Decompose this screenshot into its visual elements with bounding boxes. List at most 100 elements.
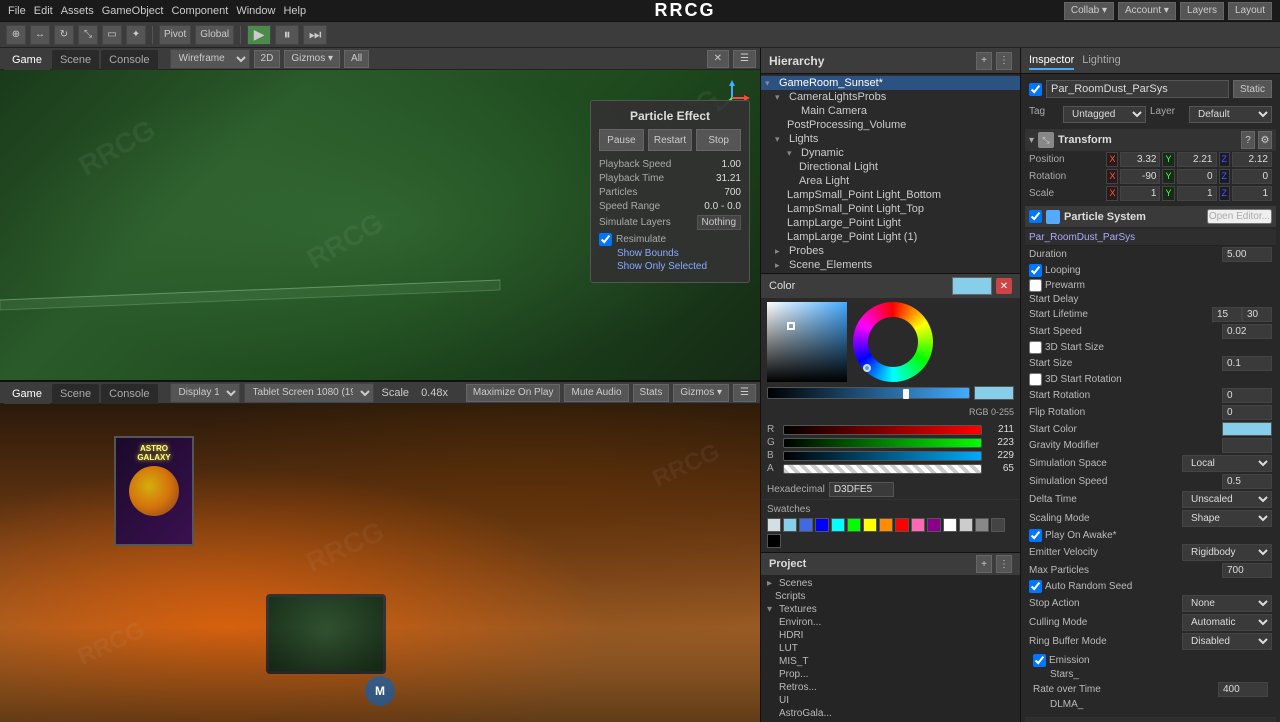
menu-edit[interactable]: Edit <box>34 5 53 17</box>
swatch-3[interactable] <box>815 518 829 532</box>
swatch-6[interactable] <box>863 518 877 532</box>
particle-pause-btn[interactable]: Pause <box>599 129 644 151</box>
inspector-tab-inspector[interactable]: Inspector <box>1029 52 1074 70</box>
multi-tool-btn[interactable]: ✦ <box>126 25 146 45</box>
ps-sim-speed-input[interactable] <box>1222 474 1272 489</box>
tree-item-camera-lights[interactable]: ▾ CameraLightsProbs <box>761 90 1020 104</box>
object-name-input[interactable] <box>1046 80 1229 98</box>
proj-mis[interactable]: MIS_T <box>761 655 1020 668</box>
pivot-button[interactable]: Pivot <box>159 25 191 45</box>
particle-stop-btn[interactable]: Stop <box>696 129 741 151</box>
tree-item-area-light[interactable]: Area Light <box>761 174 1020 188</box>
layers-button[interactable]: Layers <box>1180 2 1224 20</box>
play-button[interactable]: ▶ <box>247 25 271 45</box>
g-slider[interactable] <box>783 438 982 448</box>
mute-btn[interactable]: Mute Audio <box>564 384 628 402</box>
menu-gameobject[interactable]: GameObject <box>102 5 164 17</box>
layout-button[interactable]: Layout <box>1228 2 1272 20</box>
particle-system-header[interactable]: Particle System Open Editor... <box>1025 206 1276 227</box>
tab-console-bottom[interactable]: Console <box>101 384 157 404</box>
tree-item-lamp-small-bottom[interactable]: LampSmall_Point Light_Bottom <box>761 188 1020 202</box>
ps-start-rotation-input[interactable] <box>1222 388 1272 403</box>
tree-item-gameroom[interactable]: ▾ GameRoom_Sunset* <box>761 76 1020 90</box>
ps-start-speed-input[interactable] <box>1222 324 1272 339</box>
particle-selected-label[interactable]: Show Only Selected <box>617 261 707 272</box>
ps-gravity-input[interactable] <box>1222 438 1272 453</box>
proj-ui[interactable]: UI <box>761 694 1020 707</box>
swatch-10[interactable] <box>927 518 941 532</box>
proj-scripts[interactable]: Scripts <box>761 590 1020 603</box>
tree-item-scene-elements[interactable]: ▸ Scene_Elements <box>761 258 1020 272</box>
rot-x-val[interactable]: -90 <box>1120 169 1160 184</box>
project-menu-btn[interactable]: ⋮ <box>996 555 1012 573</box>
swatch-11[interactable] <box>943 518 957 532</box>
tab-scene-bottom[interactable]: Scene <box>52 384 99 404</box>
swatch-4[interactable] <box>831 518 845 532</box>
ps-delta-time-dropdown[interactable]: Unscaled <box>1182 491 1272 508</box>
r-slider[interactable] <box>783 425 982 435</box>
ps-rate-input[interactable] <box>1218 682 1268 697</box>
swatch-2[interactable] <box>799 518 813 532</box>
ps-sim-space-dropdown[interactable]: Local <box>1182 455 1272 472</box>
inspector-tab-lighting[interactable]: Lighting <box>1082 52 1121 70</box>
rot-y-val[interactable]: 0 <box>1177 169 1217 184</box>
project-add-btn[interactable]: + <box>976 555 992 573</box>
tab-console[interactable]: Console <box>101 50 157 70</box>
proj-scenes[interactable]: ▸ Scenes <box>761 577 1020 590</box>
swatch-8[interactable] <box>895 518 909 532</box>
swatch-0[interactable] <box>767 518 781 532</box>
swatch-9[interactable] <box>911 518 925 532</box>
tab-game[interactable]: Game <box>4 50 50 70</box>
ps-culling-dropdown[interactable]: Automatic <box>1182 614 1272 631</box>
particle-restart-btn[interactable]: Restart <box>648 129 693 151</box>
display-dropdown[interactable]: Display 1 <box>170 383 240 403</box>
swatch-14[interactable] <box>991 518 1005 532</box>
tree-item-main-camera[interactable]: Main Camera <box>761 104 1020 118</box>
sc-z-val[interactable]: 1 <box>1232 186 1272 201</box>
tag-dropdown[interactable]: Untagged <box>1063 106 1146 123</box>
proj-prop[interactable]: Prop... <box>761 668 1020 681</box>
ps-looping-check[interactable] <box>1029 264 1042 277</box>
collab-button[interactable]: Collab ▾ <box>1064 2 1114 20</box>
hierarchy-add-btn[interactable]: + <box>976 52 992 70</box>
tree-item-lamp-large[interactable]: LampLarge_Point Light <box>761 216 1020 230</box>
ps-open-editor-btn[interactable]: Open Editor... <box>1207 209 1272 224</box>
scene-canvas[interactable]: RRCG RRCG RRCG <box>0 70 760 380</box>
scale-tool-btn[interactable]: ⤡ <box>78 25 98 45</box>
ps-start-color-swatch[interactable] <box>1222 422 1272 436</box>
swatch-7[interactable] <box>879 518 893 532</box>
proj-environ[interactable]: Environ... <box>761 616 1020 629</box>
transform-settings-btn[interactable]: ⚙ <box>1258 131 1272 149</box>
game-menu-btn[interactable]: ☰ <box>733 384 756 402</box>
ps-active-check[interactable] <box>1029 210 1042 223</box>
scene-all-button[interactable]: All <box>344 50 369 68</box>
pos-z-val[interactable]: 2.12 <box>1232 152 1272 167</box>
ps-emission-check[interactable] <box>1033 654 1046 667</box>
hierarchy-menu-btn[interactable]: ⋮ <box>996 52 1012 70</box>
ps-ring-buffer-dropdown[interactable]: Disabled <box>1182 633 1272 650</box>
proj-hdri[interactable]: HDRI <box>761 629 1020 642</box>
tree-item-directional[interactable]: Directional Light <box>761 160 1020 174</box>
ps-auto-seed-check[interactable] <box>1029 580 1042 593</box>
sc-y-val[interactable]: 1 <box>1177 186 1217 201</box>
color-picker-close[interactable]: ✕ <box>996 278 1012 294</box>
brightness-slider[interactable] <box>767 387 970 399</box>
ps-3d-rotation-check[interactable] <box>1029 373 1042 386</box>
transform-tool-btn[interactable]: ⊕ <box>6 25 26 45</box>
proj-astro[interactable]: AstroGala... <box>761 707 1020 720</box>
tree-item-post-processing[interactable]: PostProcessing_Volume <box>761 118 1020 132</box>
proj-textures[interactable]: ▾ Textures <box>761 603 1020 616</box>
static-btn[interactable]: Static <box>1233 80 1272 98</box>
pos-x-val[interactable]: 3.32 <box>1120 152 1160 167</box>
swatch-12[interactable] <box>959 518 973 532</box>
maximize-btn[interactable]: Maximize On Play <box>466 384 561 402</box>
menu-assets[interactable]: Assets <box>61 5 94 17</box>
a-slider[interactable] <box>783 464 982 474</box>
move-tool-btn[interactable]: ↔ <box>30 25 50 45</box>
menu-file[interactable]: File <box>8 5 26 17</box>
account-button[interactable]: Account ▾ <box>1118 2 1176 20</box>
wireframe-dropdown[interactable]: Wireframe <box>170 49 250 69</box>
ps-3d-size-check[interactable] <box>1029 341 1042 354</box>
sc-x-val[interactable]: 1 <box>1120 186 1160 201</box>
ps-start-size-input[interactable] <box>1222 356 1272 371</box>
